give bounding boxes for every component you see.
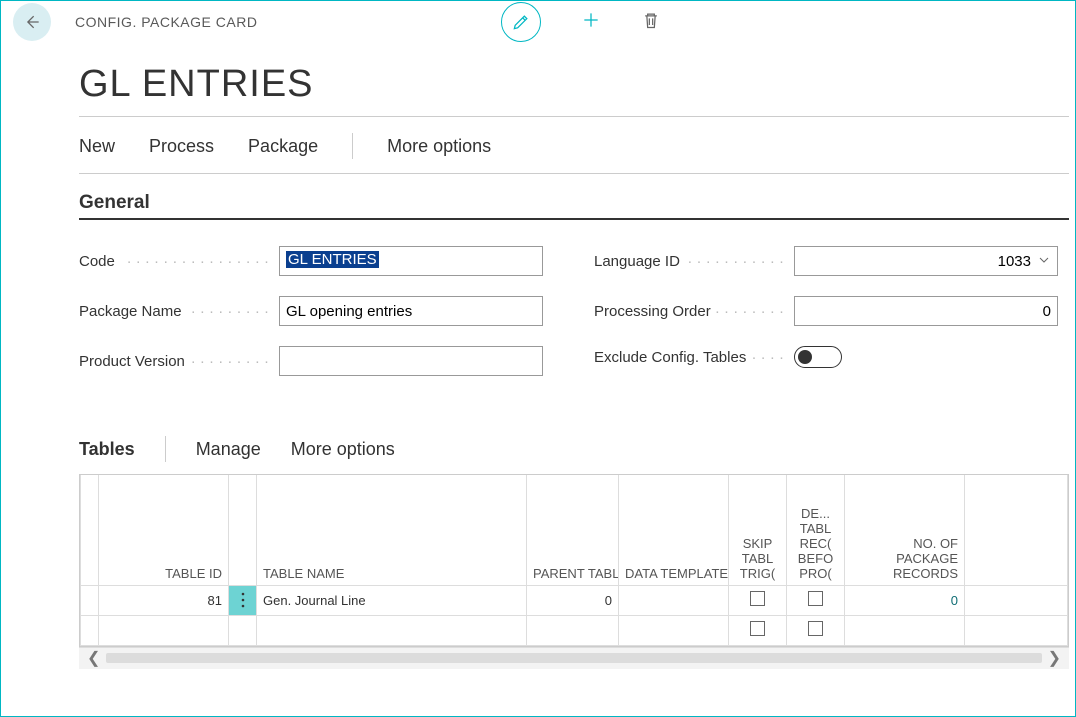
more-vert-icon (241, 592, 245, 608)
col-spacer (965, 475, 1068, 585)
processing-order-field[interactable] (794, 296, 1058, 326)
col-data-template[interactable]: DATA TEMPLATE (619, 475, 729, 585)
checkbox-icon (750, 591, 765, 606)
back-arrow-icon (22, 12, 42, 32)
product-version-field[interactable] (279, 346, 543, 376)
subtab-tables[interactable]: Tables (79, 439, 135, 460)
scroll-thumb[interactable] (106, 653, 1041, 663)
cell-parent-id[interactable]: 0 (527, 585, 619, 615)
cell-data-template[interactable] (619, 615, 729, 645)
scroll-right-icon[interactable]: ❯ (1048, 648, 1061, 668)
col-table-id[interactable]: TABLE ID (99, 475, 229, 585)
trash-icon (641, 10, 661, 30)
label-language-id: Language ID (594, 253, 794, 270)
label-package-name: Package Name (79, 303, 279, 320)
grid-header-row: TABLE ID TABLE NAME PARENT TABLE ID DATA… (81, 475, 1068, 585)
checkbox-icon (808, 591, 823, 606)
checkbox-icon (750, 621, 765, 636)
code-field[interactable]: GL ENTRIES (279, 246, 543, 276)
back-button[interactable] (13, 3, 51, 41)
action-bar: New Process Package More options (79, 116, 1069, 174)
plus-icon (581, 10, 601, 30)
delete-button[interactable] (641, 10, 661, 35)
divider (352, 133, 353, 159)
cell-spacer (965, 615, 1068, 645)
cell-skip-triggers[interactable] (729, 615, 787, 645)
package-name-field[interactable] (279, 296, 543, 326)
label-exclude-config-tables: Exclude Config. Tables (594, 349, 794, 366)
row-select-cell[interactable] (81, 615, 99, 645)
toggle-knob (798, 350, 812, 364)
action-process[interactable]: Process (149, 136, 214, 157)
cell-table-name[interactable]: Gen. Journal Line (257, 585, 527, 615)
subtab-more-options[interactable]: More options (291, 439, 395, 460)
cell-table-id[interactable] (99, 615, 229, 645)
pencil-icon (511, 12, 531, 32)
table-row[interactable]: 81 Gen. Journal Line 0 0 (81, 585, 1068, 615)
table-row[interactable] (81, 615, 1068, 645)
edit-button[interactable] (501, 2, 541, 42)
col-skip-triggers[interactable]: SKIP TABL TRIG( (729, 475, 787, 585)
cell-skip-triggers[interactable] (729, 585, 787, 615)
row-select-cell[interactable] (81, 585, 99, 615)
action-more-options[interactable]: More options (387, 136, 491, 157)
code-value-selected: GL ENTRIES (286, 251, 379, 268)
breadcrumb: CONFIG. PACKAGE CARD (75, 14, 257, 30)
label-code: Code (79, 253, 279, 270)
col-parent-table-id[interactable]: PARENT TABLE ID (527, 475, 619, 585)
cell-data-template[interactable] (619, 585, 729, 615)
fasttab-general[interactable]: General (79, 192, 1069, 220)
horizontal-scrollbar[interactable]: ❮ ❯ (79, 647, 1069, 669)
action-new[interactable]: New (79, 136, 115, 157)
subtab-manage[interactable]: Manage (196, 439, 261, 460)
col-options (229, 475, 257, 585)
col-table-name[interactable]: TABLE NAME (257, 475, 527, 585)
new-record-button[interactable] (581, 10, 601, 35)
row-options-cell[interactable] (229, 615, 257, 645)
divider (165, 436, 166, 462)
cell-delete-records[interactable] (787, 585, 845, 615)
col-select (81, 475, 99, 585)
col-no-package-records[interactable]: NO. OF PACKAGE RECORDS (845, 475, 965, 585)
cell-pkg-records[interactable] (845, 615, 965, 645)
scroll-left-icon[interactable]: ❮ (87, 648, 100, 668)
language-id-field[interactable] (794, 246, 1058, 276)
cell-parent-id[interactable] (527, 615, 619, 645)
tables-grid: TABLE ID TABLE NAME PARENT TABLE ID DATA… (79, 474, 1069, 647)
exclude-config-tables-toggle[interactable] (794, 346, 842, 368)
checkbox-icon (808, 621, 823, 636)
row-options-cell[interactable] (229, 585, 257, 615)
cell-table-id[interactable]: 81 (99, 585, 229, 615)
action-package[interactable]: Package (248, 136, 318, 157)
cell-delete-records[interactable] (787, 615, 845, 645)
cell-spacer (965, 585, 1068, 615)
label-product-version: Product Version (79, 353, 279, 370)
col-delete-records[interactable]: DE... TABL REC( BEFO PRO( (787, 475, 845, 585)
cell-table-name[interactable] (257, 615, 527, 645)
cell-pkg-records[interactable]: 0 (845, 585, 965, 615)
label-processing-order: Processing Order (594, 303, 794, 320)
page-title: GL ENTRIES (79, 63, 1075, 106)
